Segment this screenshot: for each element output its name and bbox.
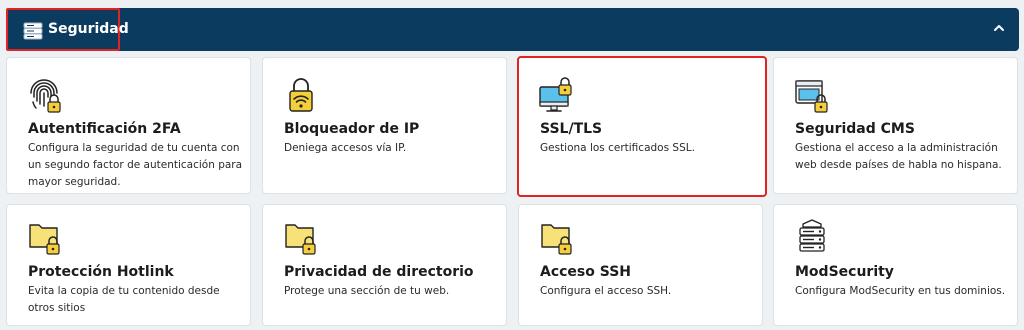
monitor-lock-icon	[539, 77, 572, 112]
card-autentificacion-2fa[interactable]: Autentificación 2FA Configura la segurid…	[6, 57, 251, 194]
card-modsecurity[interactable]: ModSecurity Configura ModSecurity en tus…	[773, 204, 1018, 326]
card-description: Evita la copia de tu contenido desde otr…	[28, 285, 220, 314]
folder-lock-icon	[285, 224, 316, 255]
card-seguridad-cms[interactable]: Seguridad CMS Gestiona el acceso a la ad…	[773, 57, 1018, 194]
card-proteccion-hotlink[interactable]: Protección Hotlink Evita la copia de tu …	[6, 204, 251, 326]
card-bloqueador-ip[interactable]: Bloqueador de IP Deniega accesos vía IP.	[262, 57, 507, 194]
folder-lock-icon	[29, 224, 60, 255]
card-acceso-ssh[interactable]: Acceso SSH Configura el acceso SSH.	[518, 204, 763, 326]
card-title: Protección Hotlink	[28, 264, 174, 280]
section-title: Seguridad	[48, 21, 129, 37]
wifi-lock-icon	[289, 78, 313, 112]
card-title: Seguridad CMS	[795, 121, 915, 137]
card-description: Configura ModSecurity en tus dominios.	[795, 285, 1006, 297]
chevron-up-icon[interactable]	[991, 20, 1007, 36]
section-header-seguridad[interactable]: Seguridad	[6, 8, 1019, 51]
card-title: Acceso SSH	[540, 264, 632, 280]
card-title: Bloqueador de IP	[284, 121, 420, 137]
card-title: Privacidad de directorio	[284, 264, 474, 280]
card-description: Gestiona los certificados SSL.	[540, 142, 695, 154]
browser-lock-icon	[795, 80, 828, 113]
folder-lock-icon	[541, 224, 572, 255]
card-title: ModSecurity	[795, 264, 894, 280]
security-tools-grid: Autentificación 2FA Configura la segurid…	[6, 56, 1019, 327]
card-description: Configura el acceso SSH.	[540, 285, 672, 297]
fingerprint-lock-icon	[30, 79, 61, 113]
card-description: Configura la seguridad de tu cuenta con …	[28, 142, 243, 188]
section-title-highlight: Seguridad	[6, 8, 129, 51]
card-description: Protege una sección de tu web.	[284, 285, 450, 297]
card-description: Deniega accesos vía IP.	[284, 142, 407, 154]
card-title: SSL/TLS	[540, 121, 603, 137]
card-ssl-tls[interactable]: SSL/TLS Gestiona los certificados SSL.	[517, 56, 767, 197]
server-stack-icon	[799, 219, 825, 252]
card-title: Autentificación 2FA	[28, 121, 181, 137]
server-stack-icon	[23, 22, 43, 40]
card-description: Gestiona el acceso a la administración w…	[795, 142, 1002, 171]
card-privacidad-directorio[interactable]: Privacidad de directorio Protege una sec…	[262, 204, 507, 326]
